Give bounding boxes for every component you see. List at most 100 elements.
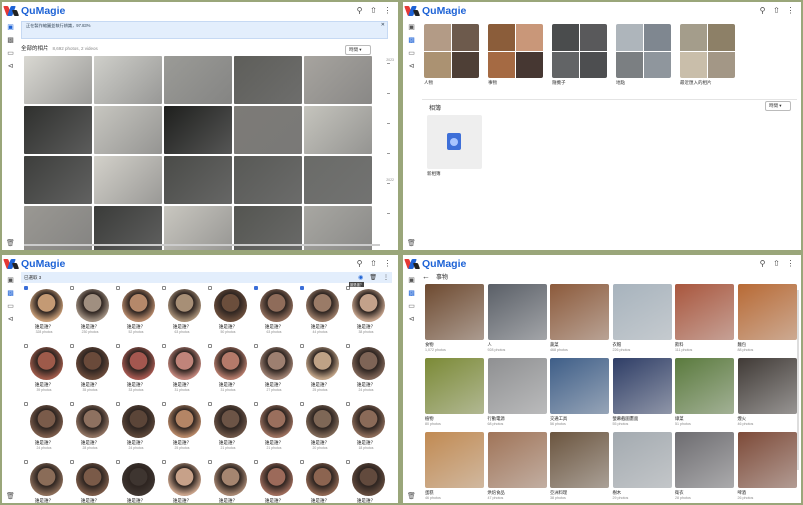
sort-select[interactable]: 時間 ▾ (345, 45, 371, 55)
person-card[interactable]: 誰是誰？ 27 photos (253, 344, 299, 402)
face-avatar[interactable] (214, 405, 247, 438)
photo-thumbnail[interactable] (24, 56, 92, 104)
upload-icon[interactable]: ⇧ (772, 6, 781, 15)
share-icon[interactable]: ⊲ (407, 315, 416, 324)
face-avatar[interactable] (30, 463, 63, 496)
photo-thumbnail[interactable] (94, 56, 162, 104)
thing-tile[interactable]: 人 928 photos (487, 284, 549, 358)
thing-thumbnail[interactable] (487, 432, 547, 488)
category-tile[interactable]: 地點 (616, 24, 671, 86)
select-checkbox[interactable] (254, 460, 258, 464)
select-checkbox[interactable] (24, 402, 28, 406)
person-card[interactable]: 誰是誰？ 35 photos (69, 344, 115, 402)
person-card[interactable]: 誰是誰？ 31 photos (207, 344, 253, 402)
select-checkbox[interactable] (208, 344, 212, 348)
face-avatar[interactable] (30, 405, 63, 438)
vertical-scrollbar[interactable] (797, 290, 799, 470)
person-card[interactable]: 誰是誰？ (69, 460, 115, 503)
photo-thumbnail[interactable] (24, 106, 92, 154)
person-card[interactable]: 誰是誰？ (345, 460, 391, 503)
thing-tile[interactable]: 烘焙食品 47 photos (487, 432, 549, 503)
photos-icon[interactable]: ▣ (407, 276, 416, 285)
person-card[interactable]: 誰是誰？ 63 photos (161, 286, 207, 344)
share-icon[interactable]: ⊲ (6, 62, 15, 71)
person-card[interactable]: 誰是誰？ 38 photos 誰是誰？ (345, 282, 391, 344)
select-checkbox[interactable] (346, 344, 350, 348)
face-avatar[interactable] (122, 347, 155, 380)
person-card[interactable]: 誰是誰？ 230 photos (69, 286, 115, 344)
photo-thumbnail[interactable] (24, 156, 92, 204)
person-name[interactable]: 誰是誰？ (115, 498, 157, 503)
thing-tile[interactable]: 食物 1,072 photos (425, 284, 486, 358)
person-card[interactable]: 誰是誰？ 18 photos (345, 402, 391, 460)
person-card[interactable]: 誰是誰？ 328 photos (23, 286, 69, 344)
thing-thumbnail[interactable] (550, 432, 609, 488)
select-checkbox[interactable] (70, 344, 74, 348)
face-avatar[interactable] (30, 347, 63, 380)
photo-thumbnail[interactable] (304, 56, 372, 104)
person-card[interactable]: 誰是誰？ (23, 460, 69, 503)
photos-icon[interactable]: ▣ (6, 276, 15, 285)
photo-thumbnail[interactable] (94, 156, 162, 204)
search-icon[interactable]: ⚲ (758, 6, 767, 15)
select-checkbox[interactable] (116, 460, 120, 464)
face-avatar[interactable] (76, 289, 109, 322)
more-icon[interactable]: ⋮ (786, 6, 795, 15)
select-checkbox[interactable] (346, 460, 350, 464)
select-checkbox[interactable] (24, 344, 28, 348)
search-icon[interactable]: ⚲ (758, 259, 767, 268)
hide-icon[interactable]: ◉ (358, 274, 363, 281)
thing-thumbnail[interactable] (425, 284, 484, 340)
category-tile[interactable]: 人物 (424, 24, 479, 86)
select-checkbox[interactable] (70, 402, 74, 406)
folder-icon[interactable]: ▭ (407, 302, 416, 311)
face-avatar[interactable] (260, 289, 293, 322)
thing-thumbnail[interactable] (737, 432, 797, 488)
select-checkbox[interactable] (162, 460, 166, 464)
face-avatar[interactable] (168, 289, 201, 322)
face-avatar[interactable] (352, 405, 385, 438)
select-checkbox[interactable] (70, 286, 74, 290)
person-card[interactable]: 誰是誰？ 44 photos (299, 286, 345, 344)
app-logo[interactable]: QuMagie (3, 258, 65, 270)
face-avatar[interactable] (122, 289, 155, 322)
thing-tile[interactable]: 樹木 29 photos (612, 432, 674, 503)
select-checkbox[interactable] (300, 344, 304, 348)
face-avatar[interactable] (352, 463, 385, 496)
face-avatar[interactable] (352, 289, 385, 322)
share-icon[interactable]: ⊲ (6, 315, 15, 324)
folder-icon[interactable]: ▭ (6, 302, 15, 311)
smart-album-icon[interactable]: ▩ (6, 289, 15, 298)
photo-thumbnail[interactable] (164, 156, 232, 204)
face-avatar[interactable] (168, 463, 201, 496)
person-card[interactable]: 誰是誰？ 31 photos (161, 344, 207, 402)
thing-tile[interactable]: 麵包 88 photos (737, 284, 799, 358)
face-avatar[interactable] (306, 289, 339, 322)
photo-thumbnail[interactable] (304, 106, 372, 154)
select-checkbox[interactable] (208, 402, 212, 406)
face-avatar[interactable] (76, 405, 109, 438)
category-tile[interactable]: 隨機子 (552, 24, 607, 86)
select-checkbox[interactable] (208, 286, 212, 290)
person-card[interactable]: 誰是誰？ 24 photos (345, 344, 391, 402)
select-checkbox[interactable] (300, 402, 304, 406)
more-icon[interactable]: ⋮ (383, 274, 389, 281)
thing-tile[interactable]: 螢幕截圖畫面 55 photos (612, 358, 674, 432)
thing-tile[interactable]: 煙火 46 photos (737, 358, 799, 432)
face-avatar[interactable] (122, 405, 155, 438)
person-card[interactable]: 誰是誰？ (207, 460, 253, 503)
trash-icon[interactable]: 🗑 (407, 492, 416, 501)
face-avatar[interactable] (306, 463, 339, 496)
face-avatar[interactable] (168, 347, 201, 380)
album-sort-select[interactable]: 時間 ▾ (765, 101, 791, 111)
select-checkbox[interactable] (24, 286, 28, 290)
thing-thumbnail[interactable] (487, 358, 547, 414)
face-avatar[interactable] (306, 347, 339, 380)
upload-icon[interactable]: ⇧ (772, 259, 781, 268)
thing-thumbnail[interactable] (550, 284, 609, 340)
more-icon[interactable]: ⋮ (383, 259, 392, 268)
thing-thumbnail[interactable] (425, 358, 484, 414)
person-card[interactable]: 誰是誰？ (253, 460, 299, 503)
person-name[interactable]: 誰是誰？ (253, 498, 295, 503)
thing-thumbnail[interactable] (675, 284, 734, 340)
